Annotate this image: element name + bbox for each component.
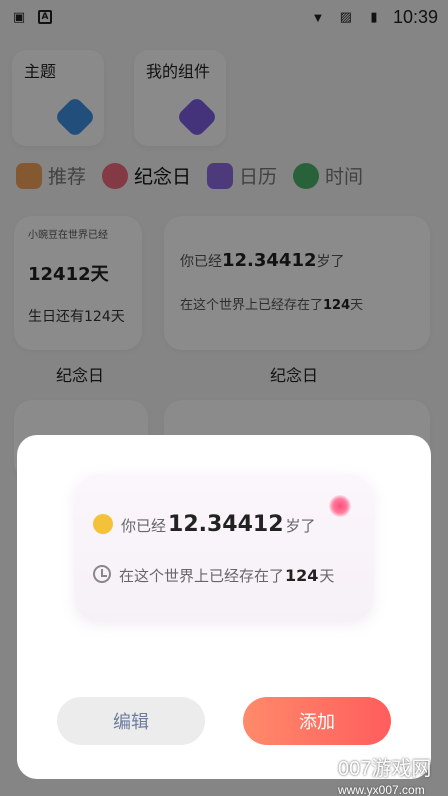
widget-preview-dialog: 你已经 12.34412 岁了 在这个世界上已经存在了 124 天 编辑 添加: [17, 435, 431, 779]
widget-preview: 你已经 12.34412 岁了 在这个世界上已经存在了 124 天: [75, 475, 373, 621]
clock-outline-icon: [93, 565, 111, 583]
age-line: 你已经 12.34412 岁了: [93, 511, 316, 537]
exist-prefix: 在这个世界上已经存在了: [119, 567, 285, 585]
age-prefix: 你已经: [121, 517, 167, 535]
age-value: 12.34412: [168, 512, 284, 537]
exist-line: 在这个世界上已经存在了 124 天: [93, 563, 334, 586]
glow-dot-icon: [329, 495, 351, 517]
exist-suffix: 天: [319, 567, 335, 585]
edit-button[interactable]: 编辑: [57, 697, 205, 745]
add-button[interactable]: 添加: [243, 697, 391, 745]
exist-value: 124: [285, 566, 319, 585]
dog-emoji-icon: [93, 514, 113, 534]
watermark-line1: 007游戏网: [338, 758, 432, 780]
watermark-line2: www.yx007.com: [338, 783, 425, 796]
watermark: 007游戏网 www.yx007.com: [338, 752, 431, 796]
age-suffix: 岁了: [285, 517, 316, 535]
